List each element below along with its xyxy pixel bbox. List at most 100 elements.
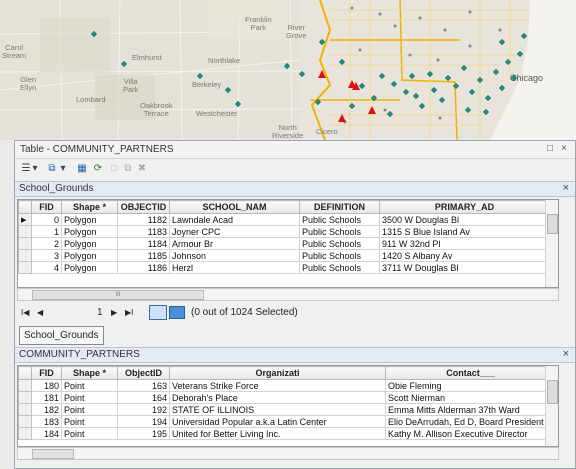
- chevron-down-icon[interactable]: ▾: [59, 162, 67, 175]
- row-selector[interactable]: [18, 261, 32, 274]
- table-cell[interactable]: Deborah's Place: [169, 391, 386, 404]
- delete-selected-icon[interactable]: ✖: [135, 162, 149, 175]
- table-cell[interactable]: Elio DeArrudah, Ed D, Board President: [385, 415, 556, 428]
- table-cell[interactable]: Polygon: [61, 213, 118, 226]
- table-cell[interactable]: 1184: [117, 237, 170, 250]
- column-header[interactable]: FID: [31, 200, 62, 214]
- table-cell[interactable]: Kathy M. Allison Executive Director: [385, 427, 556, 440]
- next-record-icon[interactable]: ▶: [111, 308, 117, 317]
- column-header[interactable]: Shape *: [61, 200, 118, 214]
- row-selector[interactable]: [18, 379, 32, 392]
- table-cell[interactable]: Point: [61, 415, 118, 428]
- table-cell[interactable]: 184: [31, 427, 62, 440]
- table-cell[interactable]: Public Schools: [299, 237, 380, 250]
- current-record-field[interactable]: 1: [97, 307, 103, 318]
- previous-record-icon[interactable]: ◀: [37, 308, 43, 317]
- zoom-to-selected-icon[interactable]: ⧉: [121, 162, 135, 175]
- row-selector[interactable]: [18, 225, 32, 238]
- table-cell[interactable]: 180: [31, 379, 62, 392]
- table-cell[interactable]: Emma Mitts Alderman 37th Ward: [385, 403, 556, 416]
- table-cell[interactable]: Herzl: [169, 261, 300, 274]
- table-row[interactable]: 182 Point 192 STATE OF ILLINOIS Emma Mit…: [18, 403, 556, 416]
- table-cell[interactable]: 1182: [117, 213, 170, 226]
- column-header[interactable]: Contact___: [385, 366, 556, 380]
- table-cell[interactable]: Polygon: [61, 261, 118, 274]
- table-cell[interactable]: Public Schools: [299, 213, 380, 226]
- horizontal-scrollbar[interactable]: [17, 447, 559, 460]
- column-header[interactable]: Organizati: [169, 366, 386, 380]
- scrollbar-thumb[interactable]: [547, 380, 558, 404]
- table-cell[interactable]: 192: [117, 403, 170, 416]
- clear-selection-icon[interactable]: □: [107, 162, 121, 175]
- row-selector[interactable]: [18, 391, 32, 404]
- table-cell[interactable]: 1186: [117, 261, 170, 274]
- last-record-icon[interactable]: ▶I: [125, 308, 133, 317]
- column-header[interactable]: OBJECTID: [117, 200, 170, 214]
- table-cell[interactable]: 181: [31, 391, 62, 404]
- horizontal-scrollbar[interactable]: III: [17, 288, 559, 301]
- table-cell[interactable]: Public Schools: [299, 249, 380, 262]
- table-cell[interactable]: 0: [31, 213, 62, 226]
- table-cell[interactable]: 3500 W Douglas Bl: [379, 213, 550, 226]
- close-icon[interactable]: ×: [563, 182, 569, 194]
- window-titlebar[interactable]: Table - COMMUNITY_PARTNERS □ ×: [15, 141, 575, 158]
- column-header[interactable]: ObjectID: [117, 366, 170, 380]
- table-row[interactable]: ▶ 0 Polygon 1182 Lawndale Acad Public Sc…: [18, 213, 550, 226]
- row-selector[interactable]: [18, 249, 32, 262]
- table-cell[interactable]: Lawndale Acad: [169, 213, 300, 226]
- column-header[interactable]: PRIMARY_AD: [379, 200, 550, 214]
- switch-selection-icon[interactable]: ⟳: [91, 162, 105, 175]
- table-cell[interactable]: Universidad Popular a.k.a Latin Center: [169, 415, 386, 428]
- vertical-scrollbar[interactable]: [545, 200, 558, 287]
- column-header[interactable]: DEFINITION: [299, 200, 380, 214]
- table-cell[interactable]: Johnson: [169, 249, 300, 262]
- table-cell[interactable]: Public Schools: [299, 261, 380, 274]
- column-header[interactable]: SCHOOL_NAM: [169, 200, 300, 214]
- table-row[interactable]: 4 Polygon 1186 Herzl Public Schools 3711…: [18, 261, 550, 274]
- table-cell[interactable]: 182: [31, 403, 62, 416]
- table-cell[interactable]: Point: [61, 427, 118, 440]
- table-cell[interactable]: STATE OF ILLINOIS: [169, 403, 386, 416]
- table-row[interactable]: 181 Point 164 Deborah's Place Scott Nier…: [18, 391, 556, 404]
- table-cell[interactable]: 4: [31, 261, 62, 274]
- table-row[interactable]: 183 Point 194 Universidad Popular a.k.a …: [18, 415, 556, 428]
- table-cell[interactable]: 195: [117, 427, 170, 440]
- tab-school-grounds[interactable]: School_Grounds: [19, 326, 104, 345]
- table-cell[interactable]: Scott Nierman: [385, 391, 556, 404]
- row-selector[interactable]: [18, 415, 32, 428]
- scrollbar-thumb[interactable]: [547, 214, 558, 234]
- close-icon[interactable]: ×: [563, 348, 569, 360]
- row-selector[interactable]: [18, 403, 32, 416]
- chevron-down-icon[interactable]: ▾: [31, 162, 39, 175]
- table-cell[interactable]: United for Better Living Inc.: [169, 427, 386, 440]
- show-all-records-icon[interactable]: [149, 305, 167, 320]
- current-row-indicator-icon[interactable]: ▶: [18, 213, 32, 226]
- table-row[interactable]: 184 Point 195 United for Better Living I…: [18, 427, 556, 440]
- table-cell[interactable]: 1315 S Blue Island Av: [379, 225, 550, 238]
- table-cell[interactable]: 2: [31, 237, 62, 250]
- table-cell[interactable]: 1: [31, 225, 62, 238]
- select-by-attributes-icon[interactable]: ▦: [75, 162, 89, 175]
- table-cell[interactable]: Point: [61, 391, 118, 404]
- table-cell[interactable]: 1420 S Albany Av: [379, 249, 550, 262]
- table-cell[interactable]: 164: [117, 391, 170, 404]
- column-header[interactable]: FID: [31, 366, 62, 380]
- column-header-selector[interactable]: [18, 200, 32, 214]
- vertical-scrollbar[interactable]: [545, 366, 558, 446]
- row-selector[interactable]: [18, 237, 32, 250]
- table-row[interactable]: 3 Polygon 1185 Johnson Public Schools 14…: [18, 249, 550, 262]
- table-row[interactable]: 2 Polygon 1184 Armour Br Public Schools …: [18, 237, 550, 250]
- restore-icon[interactable]: □: [547, 143, 553, 154]
- scrollbar-thumb[interactable]: [32, 449, 74, 459]
- table-cell[interactable]: 911 W 32nd Pl: [379, 237, 550, 250]
- table-cell[interactable]: Polygon: [61, 237, 118, 250]
- table-cell[interactable]: Veterans Strike Force: [169, 379, 386, 392]
- table-cell[interactable]: Polygon: [61, 225, 118, 238]
- close-icon[interactable]: ×: [561, 143, 567, 154]
- table-cell[interactable]: 3: [31, 249, 62, 262]
- table-cell[interactable]: Joyner CPC: [169, 225, 300, 238]
- row-selector[interactable]: [18, 427, 32, 440]
- table-cell[interactable]: 1185: [117, 249, 170, 262]
- column-header-selector[interactable]: [18, 366, 32, 380]
- table-cell[interactable]: Public Schools: [299, 225, 380, 238]
